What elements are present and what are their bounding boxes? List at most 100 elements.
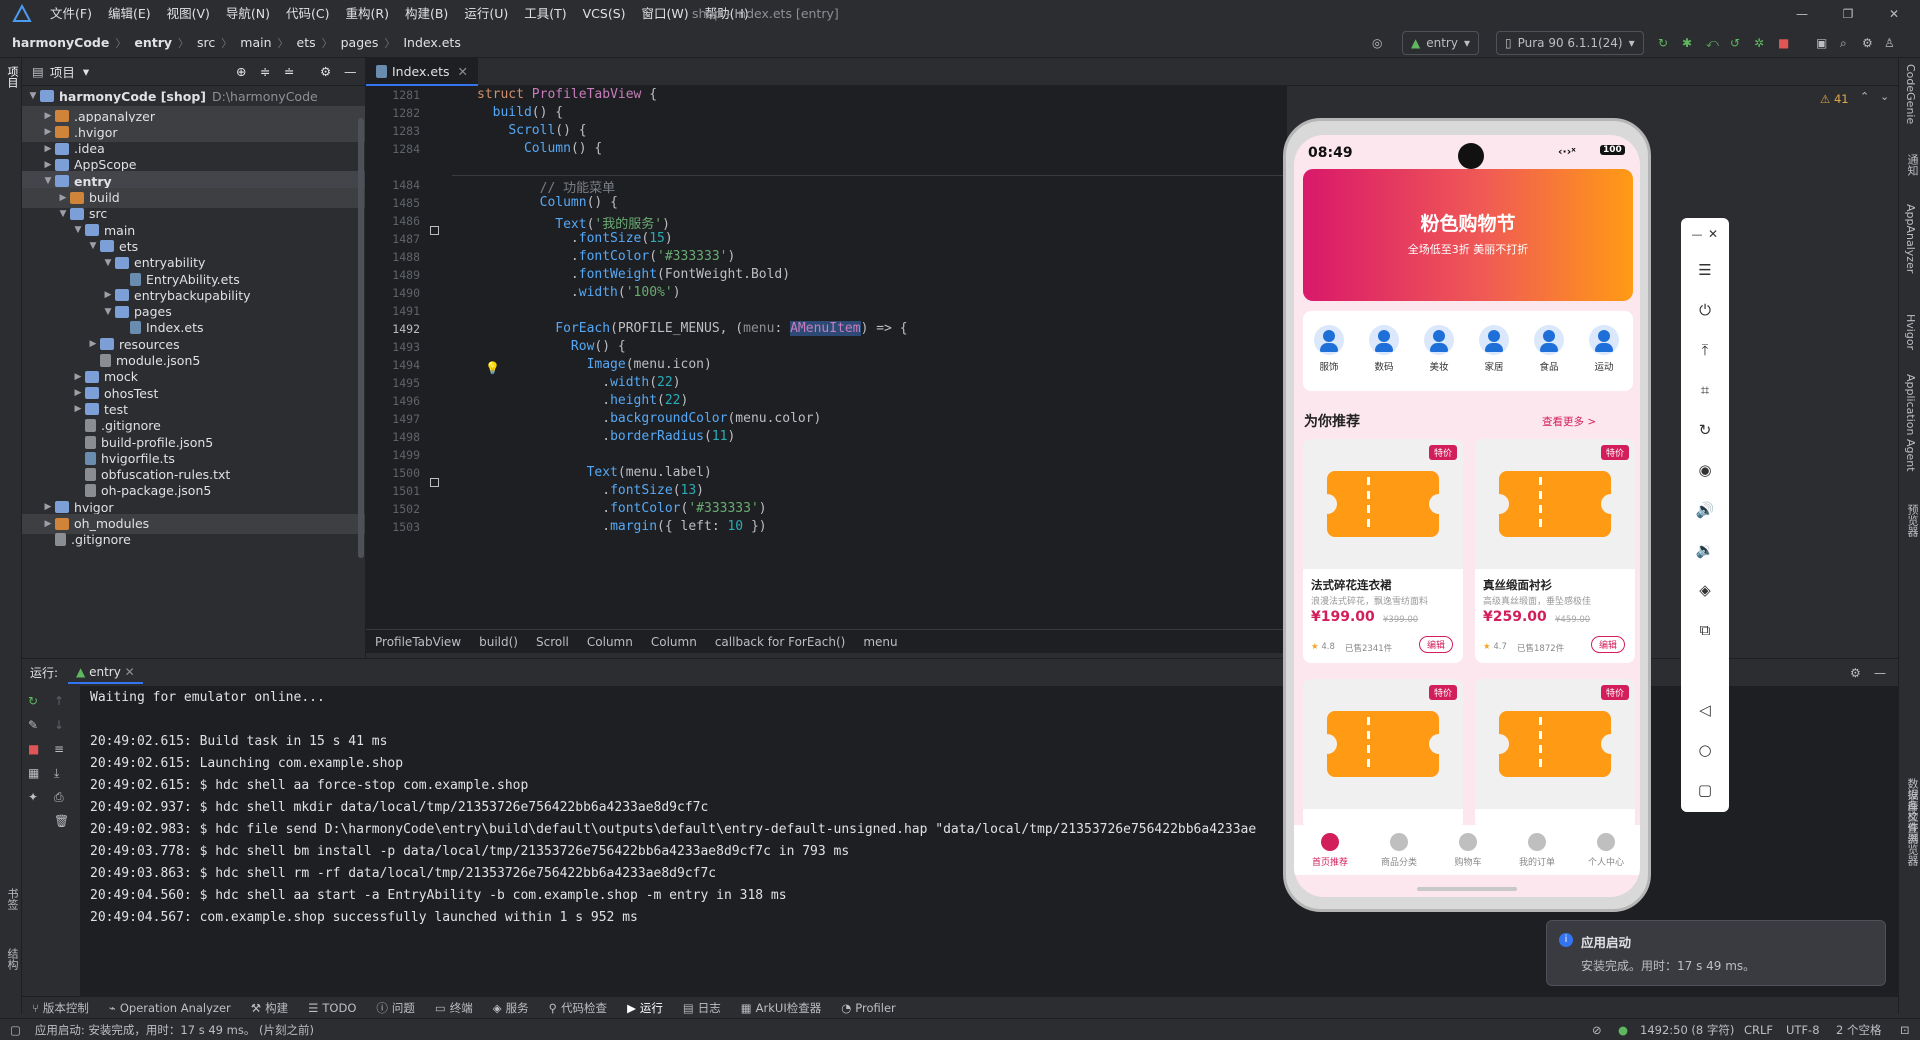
sticky-code-line[interactable]: build() { (477, 105, 563, 120)
locate-icon[interactable]: ⊕ (236, 64, 246, 79)
chevron-right-icon[interactable]: ▶ (86, 339, 100, 349)
right-tool-tab[interactable]: Hvigor (1904, 314, 1917, 350)
bookmarks-tool-tab[interactable]: 书签 (4, 888, 20, 910)
phone-tab-item[interactable]: 商品分类 (1369, 833, 1429, 868)
code-line[interactable]: Row() { (477, 339, 626, 354)
editor-breadcrumb-item[interactable]: menu (854, 635, 906, 649)
hide-icon[interactable]: — (344, 64, 357, 79)
category-item[interactable]: 运动 (1584, 325, 1624, 373)
see-more-link[interactable]: 查看更多 > (1542, 414, 1596, 429)
product-card[interactable]: 特价 (1475, 679, 1635, 829)
bottom-tool-button[interactable]: ⚒ 构建 (241, 1000, 298, 1016)
code-line[interactable]: .backgroundColor(menu.color) (477, 411, 821, 426)
breadcrumb-item[interactable]: entry (126, 35, 172, 50)
breadcrumb-item[interactable]: harmonyCode (4, 35, 109, 50)
menu-item[interactable]: 文件(F) (42, 0, 100, 28)
menu-item[interactable]: 工具(T) (516, 0, 574, 28)
recents-icon[interactable]: ▢ (1695, 780, 1715, 800)
search-icon[interactable]: ⌕ (1840, 31, 1847, 55)
close-emulator-icon[interactable]: ✕ (1703, 224, 1723, 244)
chevron-down-icon[interactable]: ▾ (83, 64, 89, 79)
back-icon[interactable]: ◁ (1695, 700, 1715, 720)
file-encoding[interactable]: UTF-8 (1786, 1023, 1820, 1037)
power-icon[interactable]: ⏻ (1695, 300, 1715, 320)
chevron-right-icon[interactable]: ▶ (41, 160, 55, 170)
sticky-code-line[interactable]: struct ProfileTabView { (477, 87, 657, 102)
upload-icon[interactable]: ⤒ (1695, 340, 1715, 360)
bottom-tool-button[interactable]: ⓘ 问题 (366, 1000, 425, 1016)
run-tab-entry[interactable]: ▲ entry ✕ (68, 662, 143, 684)
right-tool-tab[interactable]: Application Agent (1904, 374, 1917, 472)
project-tool-tab[interactable]: 项目 (4, 66, 20, 88)
chevron-down-icon[interactable]: ▼ (101, 258, 115, 268)
minimize-button[interactable]: — (1780, 0, 1824, 28)
fold-icon[interactable]: ◈ (1695, 580, 1715, 600)
edit-button[interactable]: 编辑 (1591, 636, 1626, 653)
right-tool-tab[interactable]: AppAnalyzer (1904, 204, 1917, 273)
stop-icon[interactable]: ■ (1778, 31, 1789, 55)
phone-tab-item[interactable]: 个人中心 (1576, 833, 1636, 868)
lightbulb-icon[interactable]: 💡 (485, 361, 500, 375)
code-line[interactable]: .width(22) (477, 375, 680, 390)
chevron-down-icon[interactable]: ▼ (56, 209, 70, 219)
code-line[interactable]: .fontSize(15) (477, 231, 673, 246)
chevron-right-icon[interactable]: ▶ (41, 111, 55, 121)
crop-icon[interactable]: ⌗ (1695, 380, 1715, 400)
phone-tab-item[interactable]: 我的订单 (1507, 833, 1567, 868)
scroll-end-icon[interactable]: ⤓ (54, 766, 59, 781)
pin-icon[interactable]: ✦ (28, 790, 38, 804)
bottom-tool-button[interactable]: ⑂ 版本控制 (22, 1000, 99, 1016)
code-line[interactable]: .borderRadius(11) (477, 429, 735, 444)
bottom-tool-button[interactable]: ◔ Profiler (831, 1001, 906, 1015)
editor-breadcrumb-item[interactable]: Column (578, 635, 642, 649)
sticky-code-line[interactable]: Column() { (477, 141, 602, 156)
record-icon[interactable]: ◉ (1695, 460, 1715, 480)
line-separator[interactable]: CRLF (1744, 1023, 1773, 1037)
account-icon[interactable]: ♙ (1884, 31, 1895, 55)
breakpoint-box-icon[interactable] (430, 478, 439, 487)
screenshot-icon[interactable]: ⧉ (1695, 620, 1715, 640)
close-tab-icon[interactable]: ✕ (458, 64, 468, 79)
settings-icon[interactable]: ⚙ (1862, 31, 1873, 55)
breadcrumb-item[interactable]: src (189, 35, 215, 50)
home-icon[interactable]: ○ (1695, 740, 1715, 760)
bottom-tool-button[interactable]: ▤ 日志 (673, 1000, 731, 1016)
tree-root[interactable]: ▼ harmonyCode [shop] D:\harmonyCode (22, 86, 365, 106)
wrench-icon[interactable]: ✎ (28, 718, 38, 732)
menu-item[interactable]: 代码(C) (278, 0, 337, 28)
chevron-right-icon[interactable]: ▶ (71, 404, 85, 414)
phone-tab-item[interactable]: 首页推荐 (1300, 833, 1360, 868)
chevron-up-icon[interactable]: ⌃ (1860, 90, 1869, 103)
maximize-button[interactable]: ❐ (1826, 0, 1870, 28)
editor-breadcrumb-item[interactable]: ProfileTabView (366, 635, 470, 649)
menu-item[interactable]: 编辑(E) (100, 0, 159, 28)
right-tool-tab[interactable]: 预览器 (1904, 504, 1920, 537)
collapse-all-icon[interactable]: ≐ (284, 64, 294, 79)
category-item[interactable]: 家居 (1474, 325, 1514, 373)
attach-icon[interactable]: ⤺ (1706, 31, 1719, 55)
bottom-tool-button[interactable]: ▶ 运行 (617, 1000, 673, 1016)
wrap-icon[interactable]: ≡ (54, 742, 64, 756)
category-item[interactable]: 服饰 (1309, 325, 1349, 373)
apply-changes-icon[interactable]: ↺ (1730, 31, 1740, 55)
category-item[interactable]: 食品 (1529, 325, 1569, 373)
breadcrumb-item[interactable]: main (232, 35, 271, 50)
chevron-down-icon[interactable]: ▼ (86, 241, 100, 251)
device-select[interactable]: ▯ Pura 90 6.1.1(24) ▾ (1496, 31, 1644, 55)
chevron-right-icon[interactable]: ▶ (101, 290, 115, 300)
code-line[interactable]: ForEach(PROFILE_MENUS, (menu: AMenuItem)… (477, 321, 908, 336)
menu-item[interactable]: 视图(V) (159, 0, 218, 28)
phone-screen[interactable]: 08:49 ‹·›ˣ 100 粉色购物节 全场低至3折 美丽不打折 服饰 数码 美妆… (1294, 135, 1640, 897)
code-line[interactable]: Column() { (477, 195, 618, 210)
status-layout-icon[interactable]: ▢ (0, 1023, 21, 1037)
chevron-down-icon[interactable]: ▼ (41, 176, 55, 186)
rerun-icon[interactable]: ↻ (1658, 31, 1668, 55)
tree-item[interactable]: .gitignore (22, 530, 365, 550)
right-tool-tab[interactable]: CodeGenie (1904, 64, 1917, 124)
profile-icon[interactable]: ✲ (1754, 31, 1764, 55)
edit-button[interactable]: 编辑 (1419, 636, 1454, 653)
bottom-tool-button[interactable]: ⌁ Operation Analyzer (99, 1001, 241, 1015)
lock-icon[interactable]: ⊡ (1900, 1023, 1910, 1037)
breadcrumb-item[interactable]: Index.ets (395, 35, 461, 50)
status-message[interactable]: 应用启动: 安装完成，用时：17 s 49 ms。 (片刻之前) (21, 1022, 314, 1038)
